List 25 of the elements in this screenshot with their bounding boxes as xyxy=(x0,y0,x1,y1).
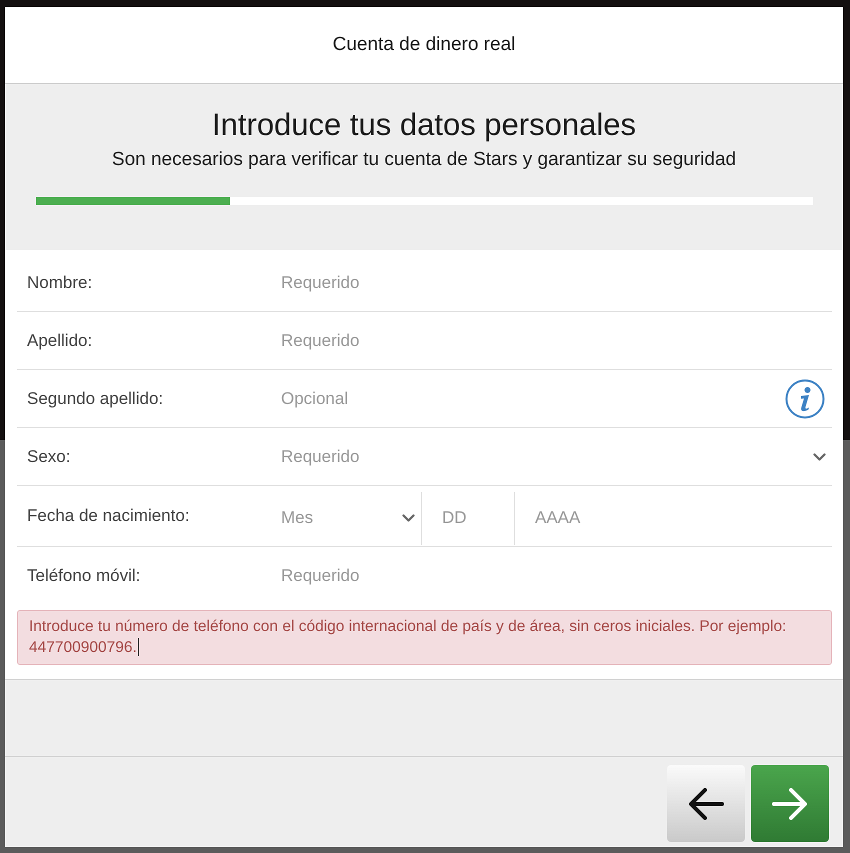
arrow-left-icon xyxy=(687,786,725,820)
field-label: Nombre: xyxy=(26,272,94,292)
chevron-down-icon xyxy=(813,452,826,460)
field-label: Segundo apellido: xyxy=(26,388,164,408)
next-button[interactable] xyxy=(751,765,829,842)
page-heading: Introduce tus datos personales xyxy=(212,106,636,144)
field-label: Teléfono móvil: xyxy=(26,566,142,586)
field-label: Fecha de nacimiento: xyxy=(26,506,191,526)
dropdown-field[interactable]: Requerido xyxy=(281,436,832,476)
arrow-right-icon xyxy=(771,786,809,820)
dialog-title: Cuenta de dinero real xyxy=(332,34,516,56)
chevron-down-icon xyxy=(402,514,415,522)
info-icon[interactable] xyxy=(785,378,825,418)
text-field[interactable]: Requerido xyxy=(281,556,832,596)
text-field[interactable]: AAAA xyxy=(535,498,832,538)
text-field[interactable]: Opcional xyxy=(281,378,785,418)
text-field[interactable]: DD xyxy=(442,498,514,538)
field-label: Apellido: xyxy=(26,330,94,350)
field-label: Sexo: xyxy=(26,446,72,466)
back-button[interactable] xyxy=(667,765,745,842)
page-subheading: Son necesarios para verificar tu cuenta de Stars y garantizar su seguridad xyxy=(112,148,736,172)
text-field[interactable]: Requerido xyxy=(281,320,832,360)
error-message: Introduce tu número de teléfono con el código internacional de país y de área, sin ceros iniciales. Por ejemplo: 447700900796. xyxy=(17,610,832,665)
dropdown-field[interactable]: Mes xyxy=(281,498,421,538)
text-field[interactable]: Requerido xyxy=(281,262,832,302)
